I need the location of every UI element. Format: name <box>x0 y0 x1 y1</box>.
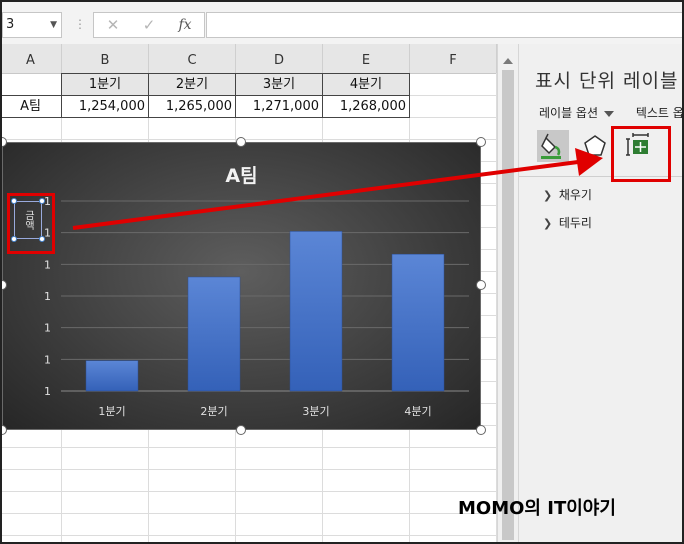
resize-handle[interactable] <box>476 137 486 147</box>
resize-handle[interactable] <box>476 280 486 290</box>
tab-text-options[interactable]: 텍스트 옵션 <box>636 106 684 120</box>
cell-d2[interactable]: 1,271,000 <box>235 95 323 118</box>
cell-b1[interactable]: 1분기 <box>61 73 149 96</box>
column-header-row: A B C D E F <box>0 44 497 74</box>
resize-handle[interactable] <box>476 425 486 435</box>
scroll-thumb[interactable] <box>502 70 514 540</box>
tab-label-options[interactable]: 레이블 옵션 <box>539 106 598 120</box>
insert-function-icon[interactable]: fx <box>170 13 200 37</box>
section-fill-label: 채우기 <box>558 188 592 202</box>
name-box-value: 3 <box>6 17 15 32</box>
bar[interactable] <box>187 276 241 392</box>
formula-buttons: ✕ ✓ fx <box>93 12 205 38</box>
resize-handle[interactable] <box>236 137 246 147</box>
column-header-b[interactable]: B <box>62 44 149 73</box>
effects-icon[interactable] <box>579 130 611 162</box>
formula-input[interactable] <box>206 12 684 38</box>
y-tick-label: 1 <box>44 258 51 271</box>
watermark: MOMO의 IT이야기 <box>458 498 616 519</box>
bar[interactable] <box>85 360 139 392</box>
column-chart[interactable]: A팀 1 1 1 1 1 1 1 1분기 2분기 3분기 4분기 금액 <box>2 142 481 430</box>
resize-handle[interactable] <box>236 425 246 435</box>
chevron-down-icon[interactable] <box>604 110 615 117</box>
column-header-f[interactable]: F <box>410 44 497 73</box>
pane-title: 표시 단위 레이블 서식 <box>535 70 684 92</box>
chevron-right-icon: ❯ <box>543 189 553 202</box>
cell-d1[interactable]: 3분기 <box>235 73 323 96</box>
vertical-scrollbar[interactable] <box>497 44 519 544</box>
cell-c2[interactable]: 1,265,000 <box>148 95 236 118</box>
section-fill[interactable]: ❯ 채우기 <box>543 186 592 203</box>
cell-c1[interactable]: 2분기 <box>148 73 236 96</box>
y-tick-label: 1 <box>44 322 51 335</box>
section-border[interactable]: ❯ 테두리 <box>543 214 592 231</box>
column-header-a[interactable]: A <box>0 44 62 73</box>
cell-a2[interactable]: A팀 <box>0 95 62 118</box>
bar[interactable] <box>391 253 445 392</box>
fill-line-icon[interactable] <box>537 130 569 162</box>
y-tick-label: 1 <box>44 385 51 398</box>
highlight-box-units-label <box>7 193 55 254</box>
cell-e1[interactable]: 4분기 <box>322 73 410 96</box>
more-options-icon[interactable]: ⋮ <box>74 17 86 31</box>
column-header-e[interactable]: E <box>323 44 410 73</box>
cell-b2[interactable]: 1,254,000 <box>61 95 149 118</box>
column-header-c[interactable]: C <box>149 44 236 73</box>
enter-icon[interactable]: ✓ <box>134 13 164 37</box>
x-tick-label: 4분기 <box>404 405 431 418</box>
column-header-d[interactable]: D <box>236 44 323 73</box>
chevron-down-icon[interactable]: ▼ <box>50 13 57 37</box>
y-tick-label: 1 <box>44 353 51 366</box>
x-tick-label: 3분기 <box>302 405 329 418</box>
y-tick-label: 1 <box>44 290 51 303</box>
section-border-label: 테두리 <box>558 216 592 230</box>
bar[interactable] <box>289 231 343 392</box>
format-pane: 표시 단위 레이블 서식 레이블 옵션 텍스트 옵션 ❯ 채우기 ❯ 테두리 <box>519 44 684 544</box>
x-tick-label: 1분기 <box>98 405 125 418</box>
chart-plot-area[interactable]: 11111111분기 2분기 3분기 4분기 <box>3 143 480 429</box>
cell-e2[interactable]: 1,268,000 <box>322 95 410 118</box>
pane-tabs: 레이블 옵션 텍스트 옵션 <box>539 104 684 121</box>
formula-bar: 3 ▼ ⋮ ✕ ✓ fx <box>0 0 684 45</box>
name-box[interactable]: 3 ▼ <box>2 12 62 38</box>
highlight-box-size-icon <box>611 126 671 182</box>
chevron-right-icon: ❯ <box>543 217 553 230</box>
x-tick-label: 2분기 <box>200 405 227 418</box>
scroll-up-arrow-icon[interactable] <box>503 58 513 64</box>
cancel-icon[interactable]: ✕ <box>98 13 128 37</box>
